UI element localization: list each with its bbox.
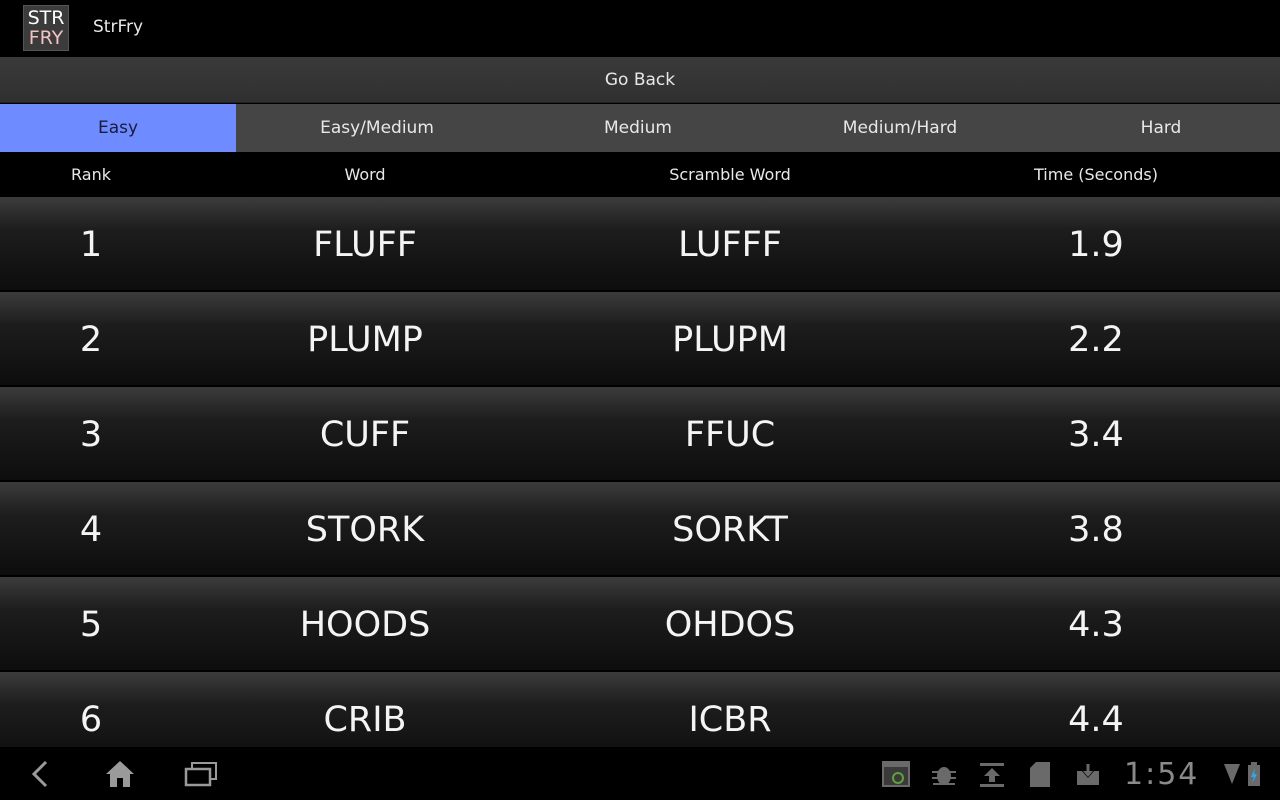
- rank-cell: 4: [79, 510, 103, 550]
- battery-icon: [1248, 762, 1260, 786]
- download-icon: [1077, 763, 1099, 785]
- table-header: Rank Word Scramble Word Time (Seconds): [0, 152, 1280, 197]
- word-cell: STORK: [305, 510, 425, 550]
- table-row[interactable]: 4 STORK SORKT 3.8: [0, 482, 1280, 576]
- column-header-scramble-word: Scramble Word: [669, 165, 791, 184]
- column-header-rank: Rank: [71, 165, 111, 184]
- tab-easy[interactable]: Easy: [0, 104, 236, 152]
- status-clock: 1:54: [1124, 757, 1200, 792]
- column-header-word: Word: [344, 165, 386, 184]
- app-logo-line1: STR: [27, 7, 65, 29]
- column-header-time: Time (Seconds): [1034, 165, 1158, 184]
- score-list[interactable]: 1 FLUFF LUFFF 1.9 2 PLUMP PLUPM 2.2 3 CU…: [0, 197, 1280, 747]
- difficulty-tabs: Easy Easy/Medium Medium Medium/Hard Hard: [0, 104, 1280, 152]
- system-bar: [0, 748, 1280, 800]
- rank-cell: 6: [79, 700, 103, 740]
- sd-card-icon: [1030, 762, 1050, 787]
- word-cell: CRIB: [323, 700, 407, 740]
- scramble-cell: SORKT: [672, 510, 788, 550]
- word-cell: PLUMP: [307, 320, 423, 360]
- table-row[interactable]: 3 CUFF FFUC 3.4: [0, 387, 1280, 481]
- rank-cell: 1: [79, 225, 103, 265]
- screenshot-icon: [882, 761, 910, 787]
- scramble-cell: OHDOS: [664, 605, 796, 645]
- action-bar: STR FRY StrFry: [0, 0, 1280, 56]
- table-row[interactable]: 5 HOODS OHDOS 4.3: [0, 577, 1280, 671]
- table-row[interactable]: 1 FLUFF LUFFF 1.9: [0, 197, 1280, 291]
- tab-hard[interactable]: Hard: [1042, 104, 1280, 152]
- scramble-cell: FFUC: [684, 415, 776, 455]
- tab-medium-hard[interactable]: Medium/Hard: [758, 104, 1042, 152]
- time-cell: 2.2: [1068, 320, 1124, 360]
- wifi-icon: [1224, 764, 1240, 784]
- time-cell: 4.4: [1068, 700, 1124, 740]
- app-logo[interactable]: STR FRY: [23, 5, 69, 51]
- debug-icon: [932, 767, 956, 785]
- rank-cell: 5: [79, 605, 103, 645]
- table-row[interactable]: 6 CRIB ICBR 4.4: [0, 672, 1280, 747]
- time-cell: 4.3: [1068, 605, 1124, 645]
- home-icon[interactable]: [104, 758, 136, 790]
- time-cell: 3.4: [1068, 415, 1124, 455]
- time-cell: 3.8: [1068, 510, 1124, 550]
- word-cell: HOODS: [299, 605, 431, 645]
- back-icon[interactable]: [28, 758, 52, 790]
- tab-medium[interactable]: Medium: [518, 104, 758, 152]
- rank-cell: 2: [79, 320, 103, 360]
- recent-apps-icon[interactable]: [184, 758, 218, 790]
- time-cell: 1.9: [1068, 225, 1124, 265]
- upload-icon: [980, 763, 1004, 787]
- word-cell: FLUFF: [313, 225, 417, 265]
- go-back-button[interactable]: Go Back: [0, 57, 1280, 103]
- tab-easy-medium[interactable]: Easy/Medium: [236, 104, 518, 152]
- table-row[interactable]: 2 PLUMP PLUPM 2.2: [0, 292, 1280, 386]
- scramble-cell: ICBR: [688, 700, 772, 740]
- rank-cell: 3: [79, 415, 103, 455]
- scramble-cell: PLUPM: [672, 320, 788, 360]
- scramble-cell: LUFFF: [678, 225, 782, 265]
- word-cell: CUFF: [319, 415, 411, 455]
- app-logo-line2: FRY: [28, 27, 64, 49]
- app-title: StrFry: [93, 17, 144, 37]
